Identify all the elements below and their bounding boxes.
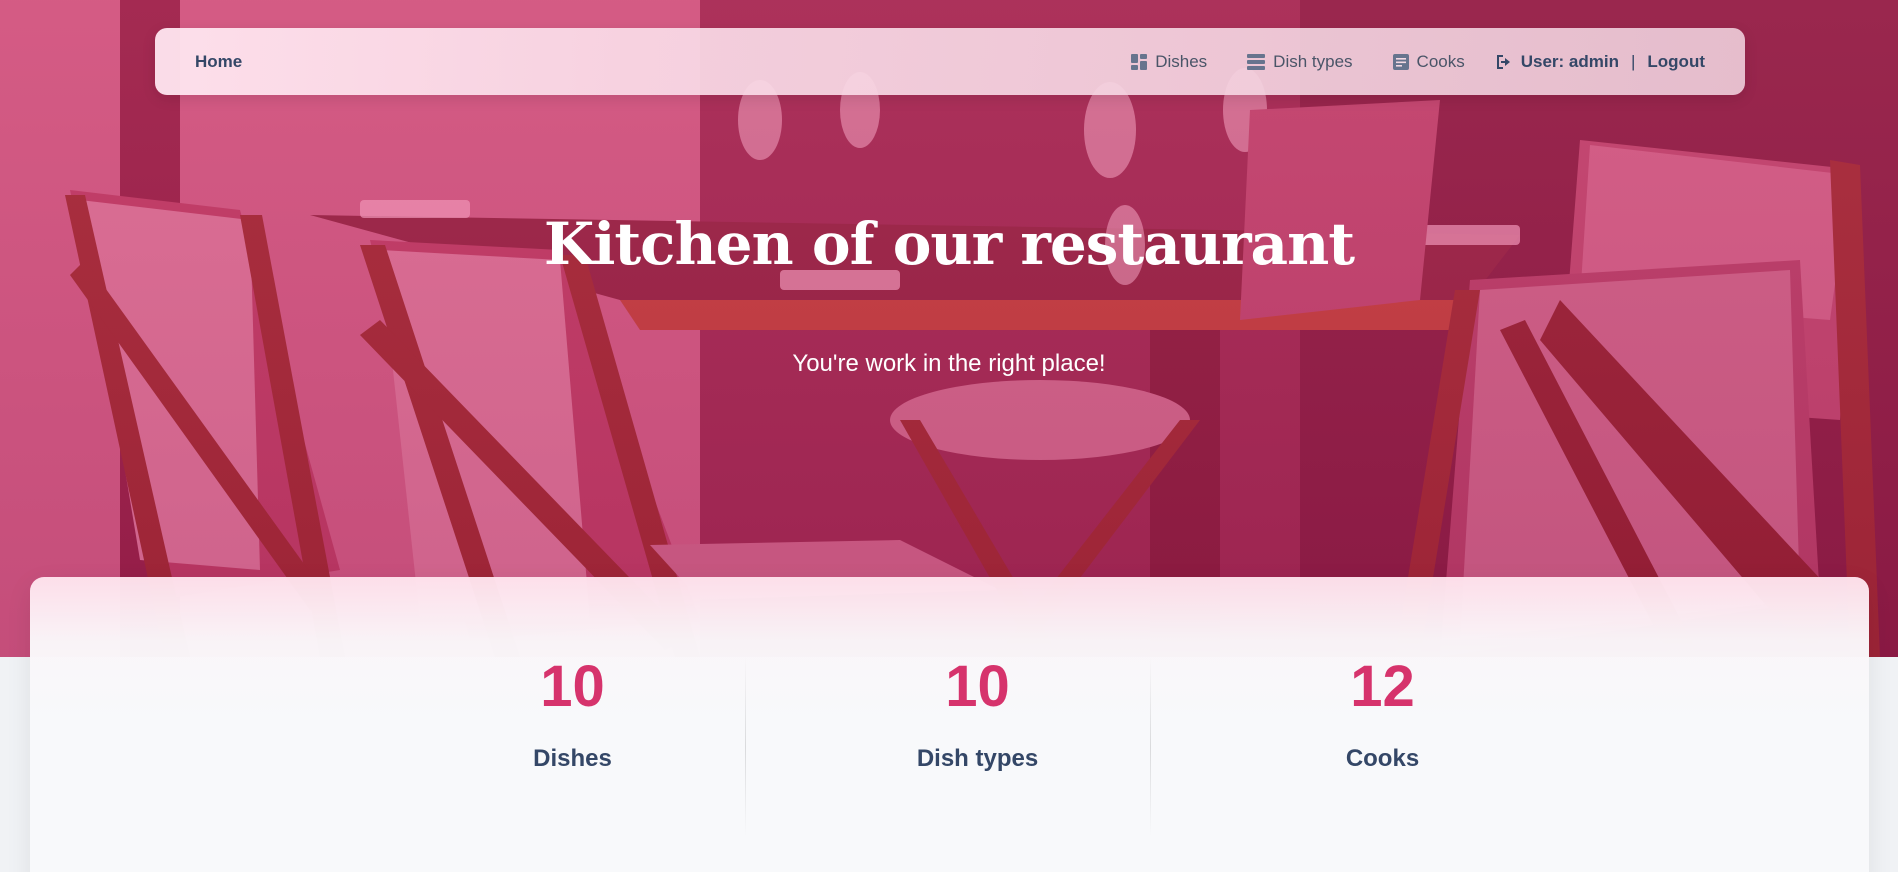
hero-background [0, 0, 1898, 657]
page-subtitle: You're work in the right place! [792, 350, 1106, 377]
hero-color-overlay [0, 0, 1898, 657]
article-icon [1392, 53, 1409, 70]
nav-link-label: Dishes [1155, 51, 1208, 71]
user-label: User: admin [1520, 51, 1619, 71]
dashboard-icon [1131, 53, 1148, 70]
nav-link-label: Dish types [1273, 51, 1353, 71]
logout-link[interactable]: Logout [1647, 52, 1705, 72]
user-separator: | [1630, 51, 1636, 71]
stat-label: Cooks [1345, 745, 1420, 772]
page-title: Kitchen of our restaurant [543, 210, 1355, 278]
view-stream-icon [1247, 53, 1266, 70]
top-navbar: Home Dishes Dish types Cooks User: admin… [155, 28, 1745, 95]
stat-dishes: 10 Dishes [370, 657, 775, 773]
stat-divider [1150, 657, 1151, 837]
nav-links: Dishes Dish types Cooks User: admin | Lo… [1091, 52, 1705, 72]
stat-label: Dish types [916, 745, 1039, 772]
stat-value: 12 [1350, 654, 1415, 719]
stat-divider [745, 657, 746, 837]
nav-link-label: Cooks [1416, 51, 1465, 71]
nav-link-dish-types[interactable]: Dish types [1247, 51, 1353, 72]
nav-link-dishes[interactable]: Dishes [1131, 52, 1207, 72]
home-link[interactable]: Home [195, 52, 242, 72]
stat-value: 10 [945, 654, 1010, 719]
nav-link-cooks[interactable]: Cooks [1392, 51, 1465, 72]
stat-cooks: 12 Cooks [1180, 657, 1585, 773]
stat-label: Dishes [533, 745, 612, 772]
logout-icon [1496, 54, 1510, 69]
stat-value: 10 [540, 654, 605, 719]
stat-dish-types: 10 Dish types [775, 657, 1180, 773]
stats-card: 10 Dishes 10 Dish types 12 Cooks [30, 577, 1869, 872]
user-menu: User: admin | Logout [1495, 52, 1705, 72]
